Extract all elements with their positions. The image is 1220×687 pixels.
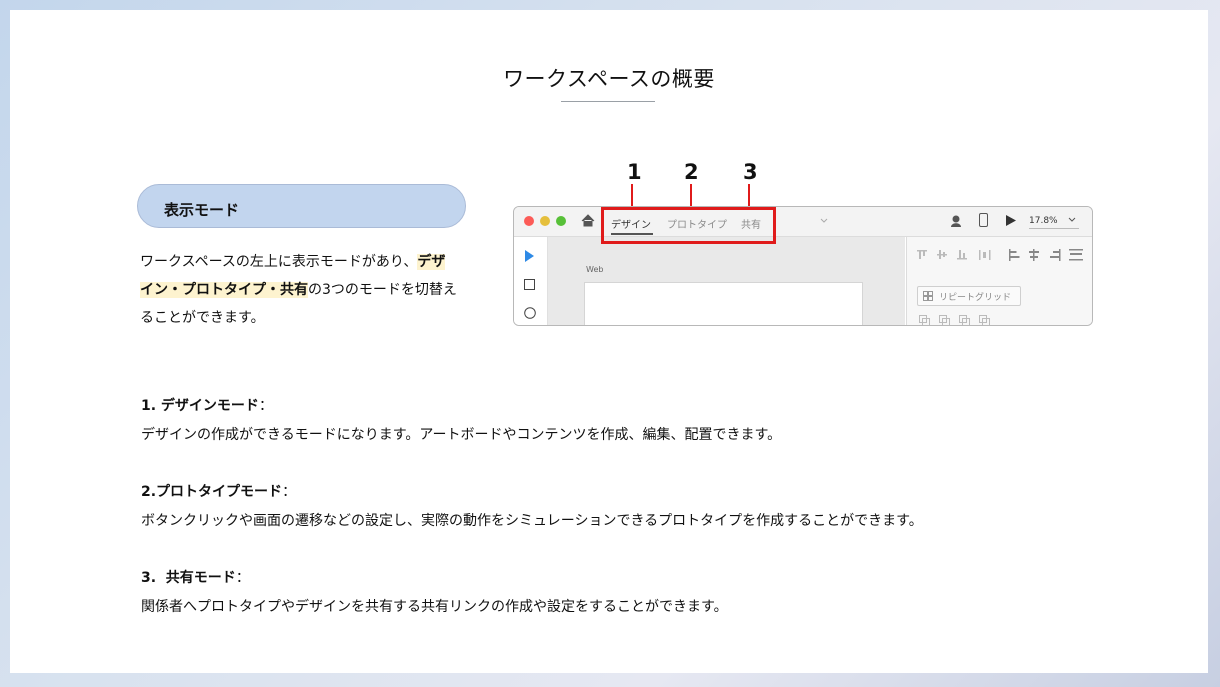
mode-heading-pill: 表示モード (137, 184, 466, 228)
section-body-design: デザインの作成ができるモードになります。アートボードやコンテンツを作成、編集、配… (141, 427, 782, 443)
zoom-dot-icon[interactable] (556, 216, 566, 226)
section-heading-prototype: 2.プロトタイプモード： (141, 481, 296, 501)
mode-heading: 表示モード (164, 201, 240, 219)
title-divider (561, 101, 655, 102)
property-panel: リピートグリッド (906, 237, 1092, 326)
section-heading-text: 2.プロトタイプモード (141, 484, 283, 500)
callout-number-2: 2 (684, 160, 699, 184)
home-icon[interactable] (581, 214, 595, 227)
intro-highlight: イン・プロトタイプ・共有 (140, 282, 308, 298)
mode-tabs-highlight-box (601, 207, 776, 244)
section-colon: ： (235, 570, 250, 586)
chevron-down-icon[interactable] (820, 218, 828, 224)
section-heading-text: 3. 共有モード (141, 570, 236, 586)
minimize-dot-icon[interactable] (540, 216, 550, 226)
callout-line-1 (631, 184, 633, 208)
canvas-area[interactable]: Web (548, 237, 905, 325)
section-heading-share: 3. 共有モード： (141, 567, 250, 587)
slide: ワークスペースの概要 表示モード ワークスペースの左上に表示モードがあり、デザ … (10, 10, 1208, 673)
zoom-level[interactable]: 17.8% (1029, 216, 1058, 226)
artboard[interactable] (584, 282, 863, 325)
callout-number-3: 3 (743, 160, 758, 184)
close-dot-icon[interactable] (524, 216, 534, 226)
intro-paragraph: ワークスペースの左上に表示モードがあり、デザ イン・プロトタイプ・共有の3つのモ… (140, 248, 480, 332)
device-preview-icon[interactable] (979, 213, 988, 227)
play-icon[interactable] (1006, 215, 1016, 226)
tool-bar (514, 237, 548, 325)
intro-text: ワークスペースの左上に表示モードがあり、 (140, 254, 418, 270)
callout-number-1: 1 (627, 160, 642, 184)
intro-text: ることができます。 (140, 310, 265, 326)
zoom-underline (1029, 228, 1079, 229)
section-body-share: 関係者へプロトタイプやデザインを共有する共有リンクの作成や設定をすることができま… (141, 599, 728, 615)
select-tool-icon[interactable] (525, 250, 534, 262)
section-heading-text: 1. デザインモード (141, 398, 259, 414)
section-heading-design: 1. デザインモード： (141, 395, 273, 415)
repeat-grid-icon (923, 291, 933, 301)
ellipse-tool-icon[interactable] (524, 307, 536, 319)
align-horizontal-icons[interactable] (1009, 249, 1089, 261)
artboard-label: Web (586, 265, 604, 274)
align-vertical-icons[interactable] (917, 249, 997, 261)
boolean-ops-icons[interactable] (919, 315, 999, 326)
callout-line-3 (748, 184, 750, 208)
repeat-grid-label: リピートグリッド (939, 293, 1012, 303)
zoom-chevron-icon[interactable] (1068, 217, 1076, 223)
callout-line-2 (690, 184, 692, 208)
section-colon: ： (258, 398, 273, 414)
user-add-icon[interactable] (950, 214, 964, 228)
section-colon: ： (282, 484, 297, 500)
page-title: ワークスペースの概要 (503, 67, 715, 91)
app-window-screenshot: デザイン プロトタイプ 共有 17.8% Web リピートグリッド (513, 206, 1093, 326)
intro-text: の3つのモードを切替え (308, 282, 457, 298)
intro-highlight: デザ (417, 254, 446, 270)
rectangle-tool-icon[interactable] (524, 279, 535, 290)
repeat-grid-button[interactable]: リピートグリッド (917, 286, 1021, 306)
section-body-prototype: ボタンクリックや画面の遷移などの設定し、実際の動作をシミュレーションできるプロト… (141, 513, 923, 529)
